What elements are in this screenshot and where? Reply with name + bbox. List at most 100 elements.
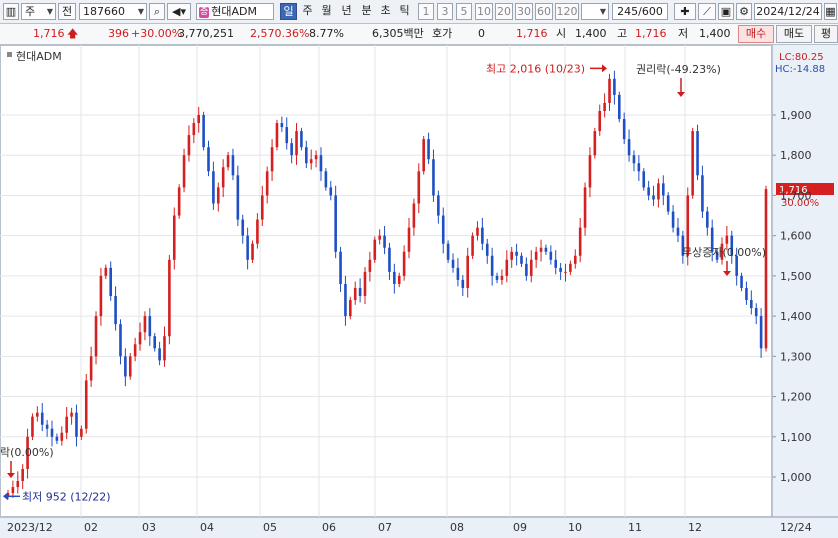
candle-body — [407, 227, 411, 252]
period-week-button[interactable]: 주 — [299, 3, 316, 20]
period-month-button[interactable]: 월 — [318, 3, 335, 20]
hc-label: HC:-14.88 — [775, 64, 825, 75]
x-tick-label: 06 — [322, 521, 336, 534]
candle-body — [182, 155, 186, 188]
interval-30-button[interactable]: 30 — [515, 3, 533, 20]
interval-label: 30 — [517, 5, 531, 18]
x-tick-label: 02 — [84, 521, 98, 534]
candle-body — [471, 235, 474, 256]
buy-button[interactable]: 매수 — [738, 25, 774, 43]
candle-body — [451, 259, 455, 268]
candle-body — [246, 235, 249, 260]
interval-1-button[interactable]: 1 — [418, 3, 434, 20]
candle-body — [11, 487, 15, 494]
candle-body — [363, 271, 367, 296]
candle-body — [358, 287, 362, 296]
prev-button[interactable]: 전 — [58, 3, 76, 20]
candle-body — [378, 235, 381, 240]
candle-body — [437, 195, 440, 216]
period-second-button[interactable]: 초 — [377, 3, 394, 20]
layout-icon[interactable]: ▥ — [3, 3, 19, 20]
buy-label: 매수 — [745, 27, 767, 40]
sell-button[interactable]: 매도 — [776, 25, 812, 43]
save-icon[interactable]: ▣ — [718, 3, 734, 20]
candle-body — [207, 147, 210, 172]
candle-body — [192, 123, 196, 136]
candle-body — [21, 468, 24, 482]
crosshair-icon[interactable]: ✚ — [674, 3, 696, 20]
interval-select[interactable]: ▼ — [581, 3, 609, 20]
stock-name-field[interactable]: 증 현대ADM — [196, 3, 274, 20]
candle-body — [216, 187, 220, 204]
candle-body — [441, 215, 445, 244]
candle-body — [265, 171, 269, 196]
candle-body — [260, 195, 264, 220]
candle-body — [143, 316, 147, 333]
interval-20-button[interactable]: 20 — [495, 3, 513, 20]
y-tick-label: 1,500 — [780, 270, 812, 283]
candle-body — [539, 247, 543, 252]
period-label: 일 — [283, 5, 294, 18]
candle-body — [603, 102, 606, 111]
eval-label: 평 — [820, 27, 832, 40]
candle-body — [65, 416, 68, 433]
settings-icon[interactable]: ⚙ — [736, 3, 752, 20]
quote-amount: 6,305백만 — [372, 27, 424, 40]
code-value: 187660 — [83, 5, 125, 18]
mode-label: 주 — [25, 5, 36, 18]
candle-body — [627, 139, 631, 156]
date-field[interactable]: 2024/12/24 — [754, 3, 822, 20]
interval-label: 120 — [556, 5, 578, 18]
candle-body — [461, 279, 465, 288]
candle-body — [40, 412, 44, 425]
candle-body — [353, 287, 357, 301]
up-arrow-icon: 🡅 — [67, 27, 79, 40]
period-day-button[interactable]: 일 — [280, 3, 297, 20]
price-chart[interactable]: 1,71630.00%최고 2,016 (10/23)최저 952 (12/22… — [0, 45, 838, 538]
search-icon[interactable]: ⌕ — [149, 3, 165, 20]
quote-volume-pct: 2,570.36% — [250, 27, 310, 40]
interval-3-button[interactable]: 3 — [437, 3, 453, 20]
annotation-label: 권리락(-49.23%) — [636, 63, 721, 76]
interval-10-button[interactable]: 10 — [475, 3, 493, 20]
x-tick-label: 10 — [568, 521, 582, 534]
legend-marker — [7, 52, 12, 57]
count-field[interactable]: 245/600 — [612, 3, 668, 20]
candle-body — [55, 436, 59, 441]
candle-body — [226, 155, 230, 168]
period-year-button[interactable]: 년 — [338, 3, 355, 20]
period-minute-button[interactable]: 분 — [358, 3, 375, 20]
candle-body — [534, 251, 538, 260]
eval-button[interactable]: 평 — [814, 25, 838, 43]
period-label: 월 — [321, 4, 332, 17]
candle-body — [515, 251, 518, 256]
candle-body — [99, 275, 103, 317]
mode-select[interactable]: 주 ▼ — [21, 3, 56, 20]
calendar-icon[interactable]: ▦ — [824, 3, 837, 20]
trend-icon[interactable]: ⟋ — [698, 3, 716, 20]
interval-60-button[interactable]: 60 — [535, 3, 553, 20]
candle-body — [114, 296, 117, 325]
speaker-icon[interactable]: ◀▾ — [167, 3, 191, 20]
candle-body — [50, 428, 54, 437]
interval-120-button[interactable]: 120 — [555, 3, 579, 20]
quote-volume: 3,770,251 — [178, 27, 234, 40]
candle-body — [432, 159, 435, 196]
candle-body — [290, 143, 293, 156]
candle-body — [80, 428, 83, 437]
y-tick-label: 1,100 — [780, 431, 812, 444]
quote-price: 1,716 — [33, 27, 65, 40]
quote-high: 1,716 — [635, 27, 667, 40]
candle-body — [300, 131, 303, 148]
candle-body — [652, 195, 655, 200]
code-input[interactable]: 187660 ▼ — [79, 3, 147, 20]
candle-body — [583, 187, 587, 228]
candle-body — [187, 135, 191, 156]
candle-body — [549, 251, 553, 260]
y-tick-label: 1,600 — [780, 230, 812, 243]
candle-body — [657, 183, 660, 200]
candle-body — [31, 416, 34, 437]
period-tick-button[interactable]: 틱 — [396, 3, 413, 20]
interval-5-button[interactable]: 5 — [456, 3, 472, 20]
candle-body — [554, 259, 558, 268]
